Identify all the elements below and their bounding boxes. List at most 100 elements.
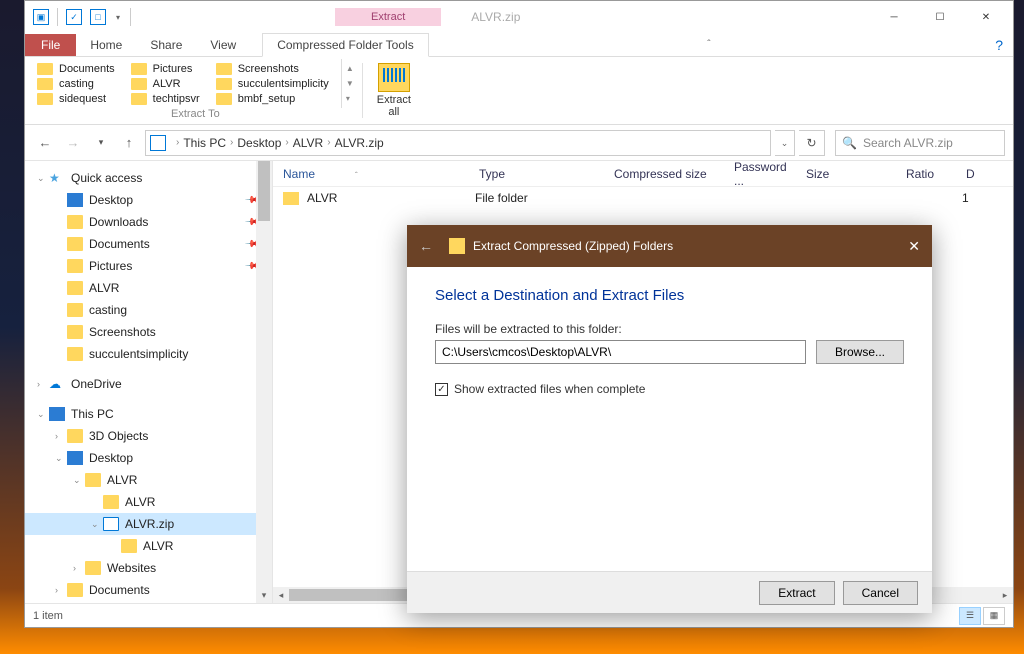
extract-button[interactable]: Extract <box>759 581 834 605</box>
extract-target-techtipsvr[interactable]: techtipsvr <box>131 92 200 106</box>
extract-targets-scroll[interactable]: ▲▼▾ <box>341 59 358 108</box>
extract-target-casting[interactable]: casting <box>37 77 115 91</box>
col-name[interactable]: Nameˆ <box>273 167 469 181</box>
tab-share[interactable]: Share <box>136 34 196 56</box>
ribbon-collapse-icon[interactable]: ˆ <box>707 39 710 50</box>
show-extracted-checkbox[interactable]: ✓ Show extracted files when complete <box>435 382 904 396</box>
tree-qa-casting[interactable]: casting <box>25 299 272 321</box>
nav-history-dropdown[interactable]: ▾ <box>89 131 113 155</box>
extract-all-button[interactable]: Extract all <box>367 59 421 122</box>
extract-targets-col1: Documents casting sidequest <box>33 59 127 108</box>
ribbon-group-label: Extract To <box>33 108 358 120</box>
nav-back-button[interactable]: ← <box>33 131 57 155</box>
tree-qa-succulent[interactable]: succulentsimplicity <box>25 343 272 365</box>
folder-icon <box>37 93 53 105</box>
star-icon: ★ <box>49 171 65 185</box>
folder-icon <box>67 347 83 361</box>
maximize-button[interactable]: ☐ <box>917 2 963 32</box>
tab-view[interactable]: View <box>196 34 250 56</box>
breadcrumb-segment[interactable]: Desktop <box>237 136 281 150</box>
extract-target-pictures[interactable]: Pictures <box>131 62 200 76</box>
tree-onedrive[interactable]: ›☁OneDrive <box>25 373 272 395</box>
qa-properties-icon[interactable]: ✓ <box>66 9 82 25</box>
tree-qa-downloads[interactable]: Downloads📌 <box>25 211 272 233</box>
tab-file[interactable]: File <box>25 34 76 56</box>
extract-target-alvr[interactable]: ALVR <box>131 77 200 91</box>
tree-desktop-alvr[interactable]: ⌄ALVR <box>25 469 272 491</box>
extract-target-sidequest[interactable]: sidequest <box>37 92 115 106</box>
extract-target-screenshots[interactable]: Screenshots <box>216 62 329 76</box>
extract-target-succulent[interactable]: succulentsimplicity <box>216 77 329 91</box>
cancel-button[interactable]: Cancel <box>843 581 918 605</box>
col-type[interactable]: Type <box>469 167 604 181</box>
folder-icon <box>67 237 83 251</box>
view-large-button[interactable]: ▦ <box>983 607 1005 625</box>
folder-icon <box>67 281 83 295</box>
nav-forward-button[interactable]: → <box>61 131 85 155</box>
tree-qa-screenshots[interactable]: Screenshots <box>25 321 272 343</box>
breadcrumb-segment[interactable]: ALVR <box>293 136 323 150</box>
separator <box>130 8 131 26</box>
refresh-button[interactable]: ↻ <box>799 130 825 156</box>
col-size[interactable]: Size <box>796 167 896 181</box>
folder-icon <box>67 215 83 229</box>
folder-icon <box>216 93 232 105</box>
dialog-back-button[interactable]: ← <box>419 238 433 254</box>
extract-targets-col3: Screenshots succulentsimplicity bmbf_set… <box>212 59 341 108</box>
file-row[interactable]: ALVR File folder 1 <box>273 187 1013 209</box>
dialog-close-button[interactable]: ✕ <box>908 238 920 255</box>
nav-tree: ⌄★Quick access Desktop📌 Downloads📌 Docum… <box>25 161 273 603</box>
minimize-button[interactable]: ─ <box>871 2 917 32</box>
window-title: ALVR.zip <box>471 10 520 24</box>
close-button[interactable]: ✕ <box>963 2 1009 32</box>
tree-alvr-zip[interactable]: ⌄ALVR.zip <box>25 513 272 535</box>
tab-compressed-tools[interactable]: Compressed Folder Tools <box>262 33 429 57</box>
col-compressed-size[interactable]: Compressed size <box>604 167 724 181</box>
breadcrumb-segment[interactable]: This PC <box>183 136 226 150</box>
qa-newfolder-icon[interactable]: □ <box>90 9 106 25</box>
tab-home[interactable]: Home <box>76 34 136 56</box>
view-details-button[interactable]: ☰ <box>959 607 981 625</box>
location-icon <box>150 135 166 151</box>
nav-up-button[interactable]: ↑ <box>117 131 141 155</box>
tree-scrollbar[interactable]: ▴▾ <box>256 161 272 603</box>
tree-this-pc[interactable]: ⌄This PC <box>25 403 272 425</box>
extract-target-bmbf[interactable]: bmbf_setup <box>216 92 329 106</box>
breadcrumb-segment[interactable]: ALVR.zip <box>335 136 384 150</box>
tree-zip-alvr[interactable]: ALVR <box>25 535 272 557</box>
folder-icon <box>67 325 83 339</box>
desktop-icon <box>67 193 83 207</box>
extract-target-documents[interactable]: Documents <box>37 62 115 76</box>
help-icon[interactable]: ? <box>995 37 1003 53</box>
tree-documents[interactable]: ›Documents <box>25 579 272 601</box>
tree-qa-desktop[interactable]: Desktop📌 <box>25 189 272 211</box>
zip-icon <box>103 517 119 531</box>
address-dropdown[interactable]: ⌄ <box>775 130 795 156</box>
ribbon-body: Documents casting sidequest Pictures ALV… <box>25 57 1013 125</box>
item-count: 1 item <box>33 610 63 622</box>
desktop-icon <box>67 451 83 465</box>
tree-desktop[interactable]: ⌄Desktop <box>25 447 272 469</box>
folder-icon <box>131 78 147 90</box>
col-ratio[interactable]: Ratio <box>896 167 956 181</box>
tree-qa-alvr[interactable]: ALVR <box>25 277 272 299</box>
tree-3d-objects[interactable]: ›3D Objects <box>25 425 272 447</box>
qa-customize-dropdown[interactable]: ▾ <box>116 13 120 22</box>
browse-button[interactable]: Browse... <box>816 340 904 364</box>
col-password[interactable]: Password ... <box>724 161 796 188</box>
search-input[interactable]: 🔍 Search ALVR.zip <box>835 130 1005 156</box>
col-date[interactable]: D <box>956 167 986 181</box>
tree-qa-pictures[interactable]: Pictures📌 <box>25 255 272 277</box>
tree-quick-access[interactable]: ⌄★Quick access <box>25 167 272 189</box>
tree-websites[interactable]: ›Websites <box>25 557 272 579</box>
folder-icon <box>85 561 101 575</box>
context-tab-extract: Extract <box>335 8 441 26</box>
destination-input[interactable] <box>435 340 806 364</box>
tree-alvr-alvr[interactable]: ALVR <box>25 491 272 513</box>
tree-qa-documents[interactable]: Documents📌 <box>25 233 272 255</box>
folder-icon <box>67 303 83 317</box>
column-headers: Nameˆ Type Compressed size Password ... … <box>273 161 1013 187</box>
folder-icon <box>37 78 53 90</box>
address-bar[interactable]: › This PC› Desktop› ALVR› ALVR.zip <box>145 130 771 156</box>
separator <box>362 63 363 118</box>
